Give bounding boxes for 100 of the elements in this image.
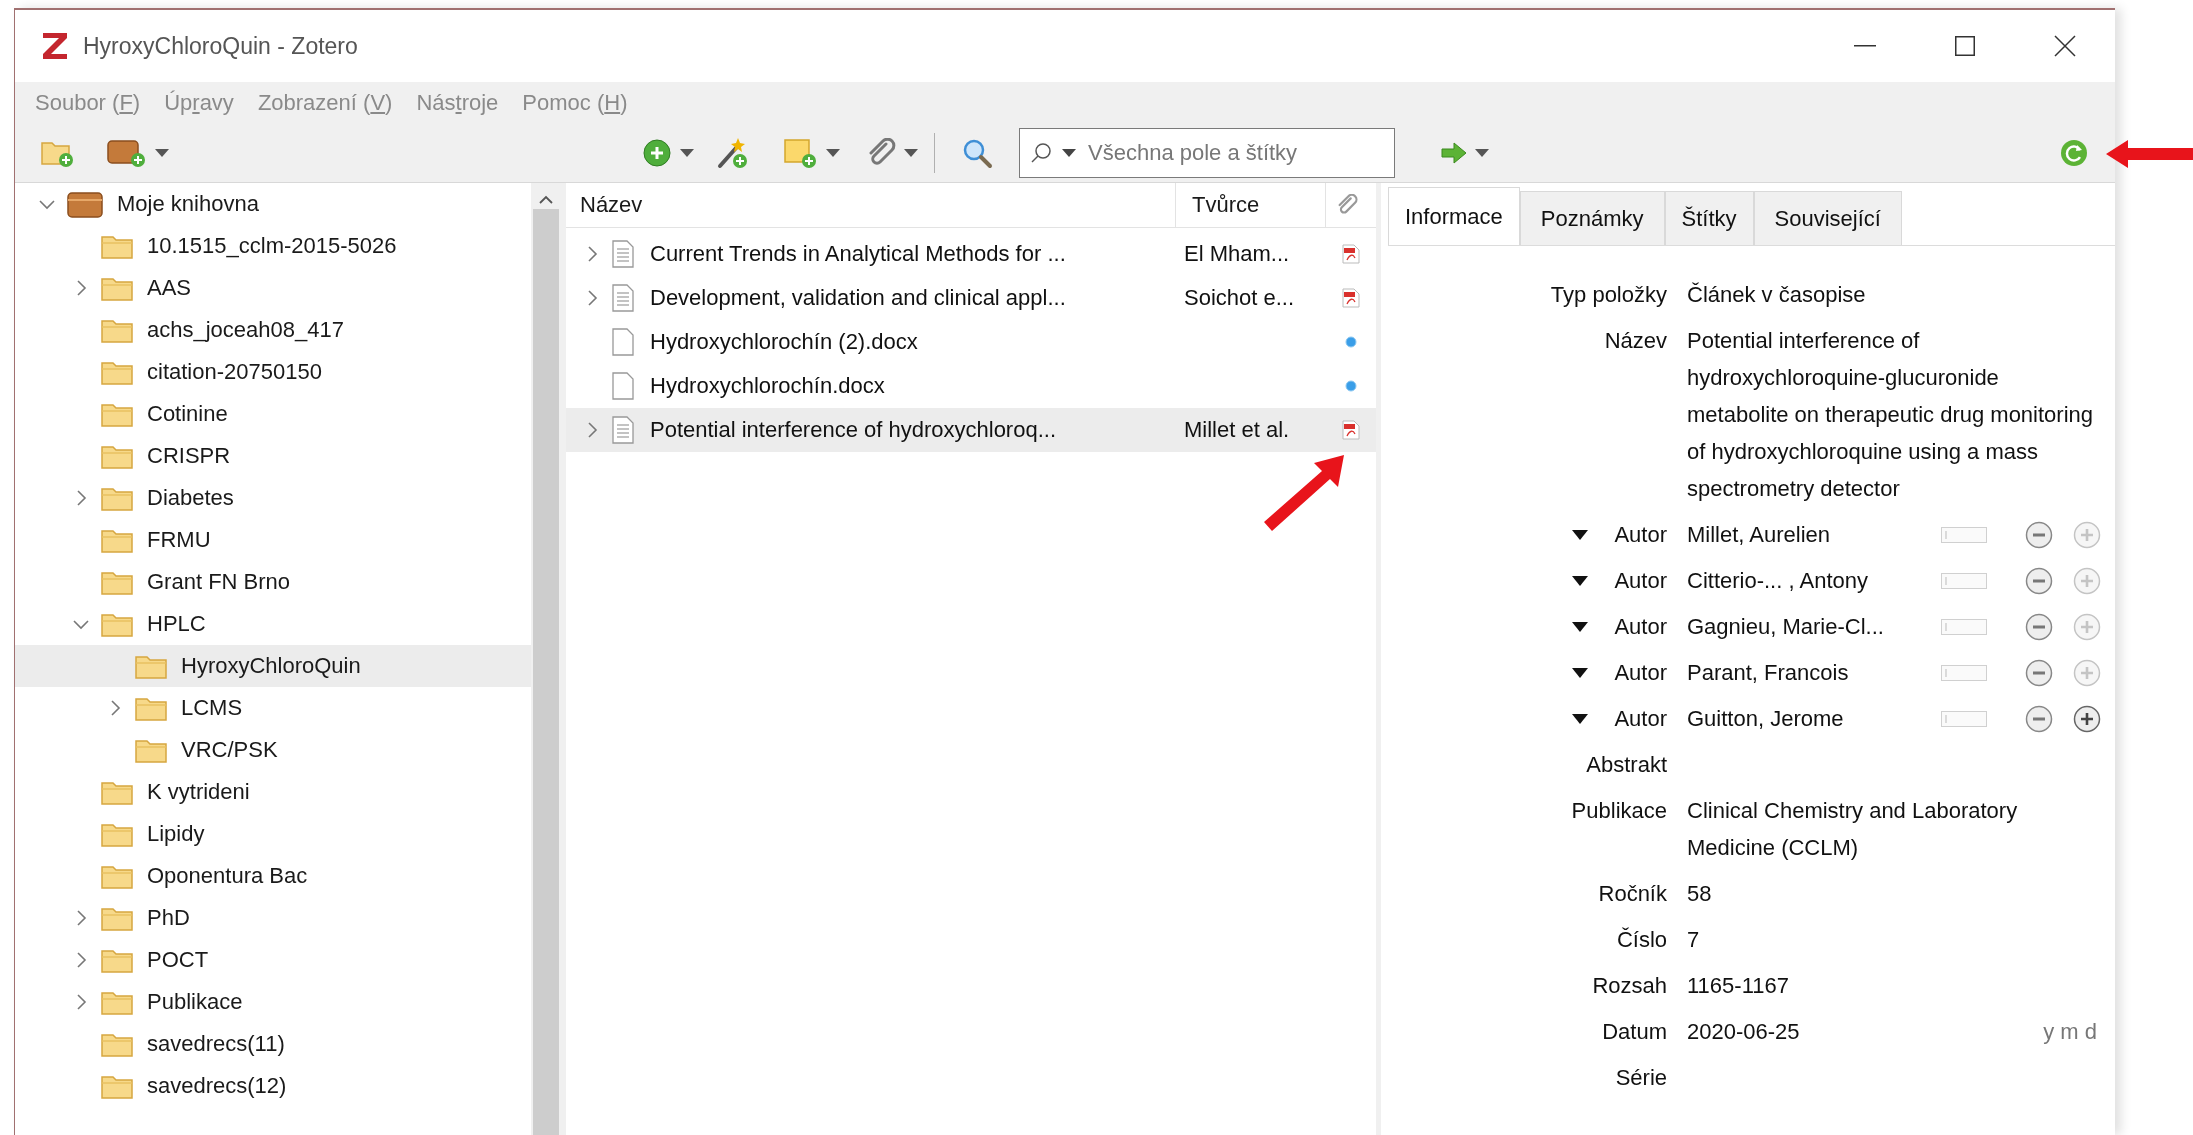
collection-name: 10.1515_cclm-2015-5026 — [147, 233, 397, 259]
folder-icon — [101, 821, 133, 847]
caret-icon[interactable] — [1475, 149, 1489, 157]
folder-icon — [101, 401, 133, 427]
field-label: Autor — [1614, 613, 1667, 641]
minus-icon[interactable] — [2025, 566, 2053, 595]
field-value[interactable]: Gagnieu, Marie-Cl... — [1687, 608, 1927, 645]
collection-row[interactable]: VRC/PSK — [15, 729, 531, 771]
dropdown-triangle-icon[interactable] — [1572, 576, 1589, 586]
field-value[interactable]: 2020-06-25 — [1687, 1013, 1800, 1050]
field-label: Název — [1604, 327, 1667, 355]
field-value[interactable]: Guitton, Jerome — [1687, 700, 1927, 737]
field-value[interactable]: 1165-1167 — [1687, 967, 2101, 1004]
field-value[interactable]: Parant, Francois — [1687, 654, 1927, 691]
folder-icon — [101, 443, 133, 469]
collection-row[interactable]: Lipidy — [15, 813, 531, 855]
tab[interactable]: Štítky — [1664, 191, 1754, 245]
caret-icon[interactable] — [155, 149, 169, 157]
paperclip-icon[interactable] — [1336, 194, 1358, 216]
collection-name: Moje knihovna — [117, 191, 259, 217]
plus-icon[interactable] — [2073, 704, 2101, 733]
add-item-icon[interactable] — [642, 138, 672, 168]
caret-icon[interactable] — [904, 149, 918, 157]
collection-row[interactable]: Diabetes — [15, 477, 531, 519]
magic-wand-icon[interactable] — [716, 136, 750, 170]
minus-icon[interactable] — [2025, 658, 2053, 687]
collection-row[interactable]: savedrecs(12) — [15, 1065, 531, 1107]
dropdown-triangle-icon[interactable] — [1572, 622, 1589, 632]
scrollbar[interactable] — [531, 183, 561, 1135]
folder-icon — [101, 233, 133, 259]
pdf-icon[interactable] — [1342, 244, 1360, 264]
collection-row[interactable]: achs_joceah08_417 — [15, 309, 531, 351]
search-icon[interactable] — [1030, 142, 1052, 164]
column-header[interactable]: Název — [566, 183, 1176, 227]
item-row[interactable]: Development, validation and clinical appl... Soichot e... — [566, 276, 1376, 320]
collection-row[interactable]: Grant FN Brno — [15, 561, 531, 603]
collection-row[interactable]: CRISPR — [15, 435, 531, 477]
collection-row[interactable]: HPLC — [15, 603, 531, 645]
caret-icon[interactable] — [680, 149, 694, 157]
attachment-dot-icon[interactable] — [1345, 380, 1357, 392]
scroll-up-icon[interactable] — [538, 193, 554, 205]
caret-icon[interactable] — [826, 149, 840, 157]
item-row[interactable]: Hydroxychlorochín.docx — [566, 364, 1376, 408]
attachment-dot-icon[interactable] — [1345, 336, 1357, 348]
minus-icon[interactable] — [2025, 612, 2053, 641]
collection-row[interactable]: LCMS — [15, 687, 531, 729]
minus-icon[interactable] — [2025, 520, 2053, 549]
minus-icon[interactable] — [2025, 704, 2053, 733]
minimize-icon[interactable] — [1854, 45, 1876, 47]
collection-row[interactable]: Publikace — [15, 981, 531, 1023]
new-note-icon[interactable] — [784, 137, 818, 169]
field-value[interactable]: Citterio-... , Antony — [1687, 562, 1927, 599]
caret-icon[interactable] — [1062, 149, 1076, 157]
field-value[interactable]: Clinical Chemistry and Laboratory Medicine (CCLM) — [1687, 792, 2101, 866]
field-label: Publikace — [1571, 797, 1667, 825]
folder-icon — [135, 695, 167, 721]
folder-icon — [101, 947, 133, 973]
collection-name: HyroxyChloroQuin — [181, 653, 361, 679]
dropdown-triangle-icon[interactable] — [1572, 714, 1589, 724]
sync-icon[interactable] — [2059, 138, 2089, 168]
collection-row[interactable]: FRMU — [15, 519, 531, 561]
close-icon[interactable] — [2054, 35, 2076, 57]
search-field[interactable]: Všechna pole a štítky — [1086, 139, 1384, 167]
tab[interactable]: Poznámky — [1519, 191, 1665, 245]
maximize-icon[interactable] — [1955, 36, 1975, 56]
dropdown-triangle-icon[interactable] — [1572, 668, 1589, 678]
search-bar[interactable]: Všechna pole a štítky — [1019, 128, 1395, 178]
item-row[interactable]: Potential interference of hydroxychloroq... Millet et al. — [566, 408, 1376, 452]
search-icon[interactable] — [961, 137, 993, 169]
collection-row[interactable]: Moje knihovna — [15, 183, 531, 225]
file-icon — [612, 372, 634, 400]
collection-row[interactable]: POCT — [15, 939, 531, 981]
collection-row[interactable]: 10.1515_cclm-2015-5026 — [15, 225, 531, 267]
field-value[interactable]: 7 — [1687, 921, 2101, 958]
field-label: Autor — [1614, 521, 1667, 549]
new-library-icon[interactable] — [107, 138, 147, 168]
item-row[interactable]: Hydroxychlorochín (2).docx — [566, 320, 1376, 364]
arrow-right-icon[interactable] — [1441, 142, 1467, 164]
pdf-icon[interactable] — [1342, 288, 1360, 308]
item-row[interactable]: Current Trends in Analytical Methods for ... El Mham... — [566, 232, 1376, 276]
collection-row[interactable]: citation-20750150 — [15, 351, 531, 393]
folder-icon — [101, 569, 133, 595]
collection-row[interactable]: HyroxyChloroQuin — [15, 645, 531, 687]
tab[interactable]: Informace — [1388, 187, 1520, 245]
tab[interactable]: Související — [1753, 191, 1902, 245]
collection-row[interactable]: AAS — [15, 267, 531, 309]
field-value[interactable]: Článek v časopise — [1687, 276, 2101, 313]
folder-icon — [135, 653, 167, 679]
collection-row[interactable]: Cotinine — [15, 393, 531, 435]
field-value[interactable]: Potential interference of hydroxychloroquine-glucuronide metabolite on therapeutic drug monitoring of hydroxychloroquine using a mass spectrometry detector — [1687, 322, 2101, 507]
dropdown-triangle-icon[interactable] — [1572, 530, 1589, 540]
field-value[interactable]: 58 — [1687, 875, 2101, 912]
column-header[interactable]: Tvůrce — [1176, 183, 1326, 227]
collection-row[interactable]: PhD — [15, 897, 531, 939]
collection-row[interactable]: K vytrideni — [15, 771, 531, 813]
collection-row[interactable]: savedrecs(11) — [15, 1023, 531, 1065]
field-label: Autor — [1614, 705, 1667, 733]
collection-row[interactable]: Oponentura Bac — [15, 855, 531, 897]
pdf-icon[interactable] — [1342, 420, 1360, 440]
field-value[interactable]: Millet, Aurelien — [1687, 516, 1927, 553]
